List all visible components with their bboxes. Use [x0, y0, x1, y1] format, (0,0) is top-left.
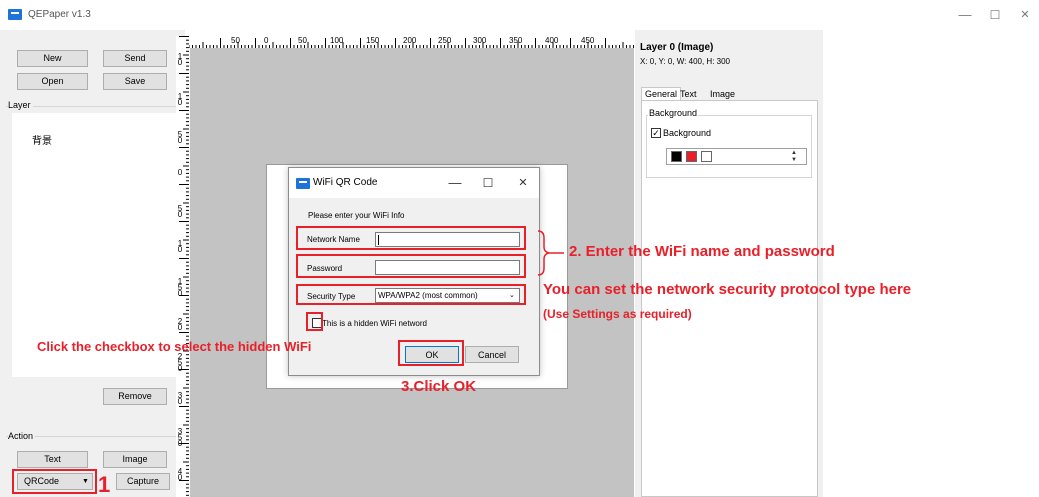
spin-up-icon[interactable]: ▲ [791, 150, 797, 157]
action-group-label: Action [8, 431, 36, 441]
step3-annotation: 3.Click OK [401, 378, 477, 395]
ruler-left-label: 0 [177, 168, 183, 177]
ruler-left-label: 3 0 [177, 391, 183, 406]
layer-item[interactable]: 背景 [32, 132, 52, 147]
ruler-top-label: 50 [298, 36, 307, 45]
ruler-top-label: 350 [509, 36, 523, 45]
ruler-left-label: 1 0 [177, 92, 183, 107]
white-swatch[interactable] [701, 151, 712, 162]
network-name-highlight [296, 226, 526, 250]
spin-down-icon[interactable]: ▼ [791, 157, 797, 164]
ruler-top: 50 0 50 100 150 200 250 300 350 400 450 [185, 36, 635, 48]
ruler-left-label: 5 0 [177, 130, 183, 145]
dialog-close-icon[interactable]: ✕ [513, 176, 533, 190]
layer-list[interactable]: 背景 [12, 113, 176, 377]
hidden-wifi-label: This is a hidden WiFi netword [322, 319, 427, 328]
text-action-button[interactable]: Text [17, 451, 88, 468]
security-type-highlight [296, 284, 526, 305]
step2-annotation: 2. Enter the WiFi name and password [569, 243, 835, 260]
ruler-top-label: 0 [264, 36, 269, 45]
background-checkbox-label: Background [663, 128, 712, 138]
ruler-top-label: 450 [581, 36, 595, 45]
ruler-left-label: 2 0 [177, 317, 183, 332]
dialog-title-bar: WiFi QR Code — ☐ ✕ [289, 168, 539, 198]
ruler-left-label: 1 0 [177, 239, 183, 254]
color-picker[interactable]: ▲ ▼ [666, 148, 807, 165]
red-swatch[interactable] [686, 151, 697, 162]
ruler-left-label: 4 0 [177, 467, 183, 482]
step1-annotation: 1 [98, 472, 111, 497]
ruler-left: 1 0 1 0 5 0 0 5 0 1 0 1 5 0 2 0 2 5 0 3 … [176, 36, 189, 497]
background-group-label: Background [648, 108, 699, 118]
security-subnote-annotation: (Use Settings as required) [543, 307, 692, 321]
ruler-left-label: 1 0 [177, 52, 183, 67]
dialog-app-icon [296, 178, 310, 189]
remove-button[interactable]: Remove [103, 388, 167, 405]
ruler-top-label: 100 [330, 36, 344, 45]
black-swatch[interactable] [671, 151, 682, 162]
window-title-bar: QEPaper v1.3 — ☐ ✕ [0, 0, 1039, 30]
capture-button[interactable]: Capture [116, 473, 170, 490]
close-icon[interactable]: ✕ [1015, 8, 1035, 22]
layer-title: Layer 0 (Image) [640, 42, 714, 53]
minimize-icon[interactable]: — [955, 8, 975, 22]
ruler-top-label: 50 [231, 36, 240, 45]
dialog-maximize-icon[interactable]: ☐ [478, 176, 498, 190]
app-icon [8, 9, 22, 20]
bracket-icon [537, 230, 564, 276]
ruler-left-label: 1 5 0 [177, 277, 183, 298]
qrcode-highlight [12, 469, 97, 494]
checkbox-highlight [306, 312, 323, 331]
ruler-top-label: 200 [403, 36, 417, 45]
maximize-icon[interactable]: ☐ [985, 8, 1005, 22]
password-highlight [296, 254, 526, 278]
ruler-left-label: 5 0 [177, 204, 183, 219]
window-title: QEPaper v1.3 [28, 9, 91, 20]
ruler-left-label: 3 5 0 [177, 427, 183, 448]
security-note-annotation: You can set the network security protoco… [543, 281, 912, 298]
layer-info: X: 0, Y: 0, W: 400, H: 300 [640, 57, 730, 66]
tab-general[interactable]: General [641, 87, 682, 101]
background-checkbox[interactable]: ✓ [651, 128, 661, 138]
save-button[interactable]: Save [103, 73, 167, 90]
ruler-top-label: 150 [366, 36, 380, 45]
layer-group-label: Layer [8, 100, 33, 110]
cancel-button[interactable]: Cancel [465, 346, 519, 363]
ruler-top-label: 300 [473, 36, 487, 45]
dialog-title: WiFi QR Code [313, 177, 378, 188]
open-button[interactable]: Open [17, 73, 88, 90]
dialog-prompt: Please enter your WiFi Info [308, 211, 405, 220]
outer-background [823, 30, 1039, 497]
send-button[interactable]: Send [103, 50, 167, 67]
image-action-button[interactable]: Image [103, 451, 167, 468]
ruler-left-label: 2 5 0 [177, 352, 183, 373]
new-button[interactable]: New [17, 50, 88, 67]
dialog-minimize-icon[interactable]: — [445, 176, 465, 190]
ruler-top-label: 400 [545, 36, 559, 45]
ruler-top-label: 250 [438, 36, 452, 45]
checkbox-note-annotation: Click the checkbox to select the hidden … [37, 339, 312, 354]
background-group [646, 115, 812, 178]
ok-highlight [398, 340, 464, 366]
